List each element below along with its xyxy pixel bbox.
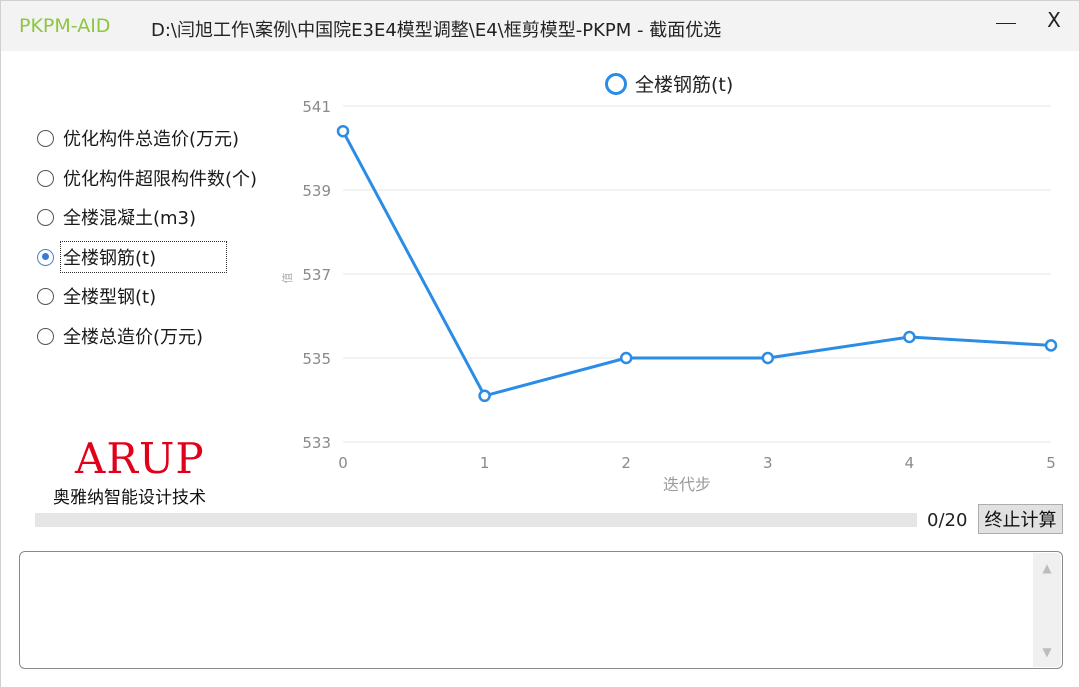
close-button[interactable]: X (1034, 5, 1074, 35)
radio-concrete[interactable]: 全楼混凝土(m3) (37, 203, 196, 231)
y-tick-label: 533 (302, 434, 331, 452)
minimize-button[interactable] (986, 5, 1026, 35)
radio-steel-section[interactable]: 全楼型钢(t) (37, 282, 156, 310)
radio-circle-icon (37, 287, 54, 305)
vertical-scrollbar[interactable]: ▲ ▼ (1033, 553, 1061, 667)
log-output-box[interactable]: ▲ ▼ (19, 551, 1063, 669)
data-point (903, 330, 916, 344)
rebar-line-chart: 541 539 537 535 533 0 1 2 3 4 5 迭代步 值 全楼钢筋(t) (281, 73, 1058, 494)
progress-text: 0/20 (927, 510, 968, 531)
data-point (478, 389, 491, 403)
x-tick-label: 3 (763, 454, 773, 472)
radio-label: 全楼总造价(万元) (63, 327, 204, 348)
radio-total-cost-optimized[interactable]: 优化构件总造价(万元) (37, 124, 239, 152)
y-tick-label: 537 (302, 266, 331, 284)
y-tick-label: 535 (302, 350, 331, 368)
legend-label: 全楼钢筋(t) (635, 74, 733, 96)
x-tick-label: 5 (1046, 454, 1056, 472)
radio-rebar[interactable]: 全楼钢筋(t) (37, 241, 228, 273)
x-axis-label: 迭代步 (663, 475, 711, 494)
app-name: PKPM-AID (19, 15, 111, 37)
client-area: 优化构件总造价(万元) 优化构件超限构件数(个) 全楼混凝土(m3) 全楼钢筋(… (1, 51, 1079, 687)
radio-label: 全楼混凝土(m3) (63, 208, 197, 229)
arup-logo: ARUP (75, 434, 205, 483)
radio-circle-icon (37, 208, 54, 226)
data-point (336, 124, 350, 138)
data-point (619, 351, 633, 365)
y-axis-label: 值 (281, 273, 294, 284)
radio-overlimit-count[interactable]: 优化构件超限构件数(个) (37, 164, 257, 192)
logo-subtitle: 奥雅纳智能设计技术 (53, 488, 206, 508)
app-window: PKPM-AID D:\闫旭工作\案例\中国院E3E4模型调整\E4\框剪模型-… (0, 0, 1080, 687)
x-tick-label: 0 (338, 454, 348, 472)
radio-checked-icon (37, 248, 54, 266)
radio-label: 全楼钢筋(t) (59, 241, 228, 273)
legend-marker-icon (605, 73, 627, 95)
progress-bar (35, 513, 917, 527)
y-tick-label: 539 (302, 182, 331, 200)
scroll-down-icon[interactable]: ▼ (1033, 641, 1061, 663)
x-tick-label: 1 (480, 454, 490, 472)
y-tick-label: 541 (302, 98, 331, 116)
stop-calculation-button[interactable]: 终止计算 (978, 504, 1063, 534)
radio-circle-icon (37, 327, 54, 345)
data-point (1044, 339, 1058, 352)
minimize-icon (996, 22, 1016, 24)
radio-total-cost[interactable]: 全楼总造价(万元) (37, 322, 203, 350)
scroll-up-icon[interactable]: ▲ (1033, 557, 1061, 579)
radio-label: 全楼型钢(t) (63, 287, 157, 308)
x-tick-label: 2 (621, 454, 631, 472)
title-bar[interactable]: PKPM-AID D:\闫旭工作\案例\中国院E3E4模型调整\E4\框剪模型-… (1, 1, 1079, 51)
series-line (341, 130, 1052, 398)
radio-label: 优化构件超限构件数(个) (63, 169, 258, 190)
radio-circle-icon (37, 169, 54, 187)
radio-label: 优化构件总造价(万元) (63, 129, 240, 150)
radio-circle-icon (37, 129, 54, 147)
data-point (761, 351, 775, 365)
x-tick-label: 4 (905, 454, 915, 472)
window-title: D:\闫旭工作\案例\中国院E3E4模型调整\E4\框剪模型-PKPM - 截面… (151, 20, 722, 41)
